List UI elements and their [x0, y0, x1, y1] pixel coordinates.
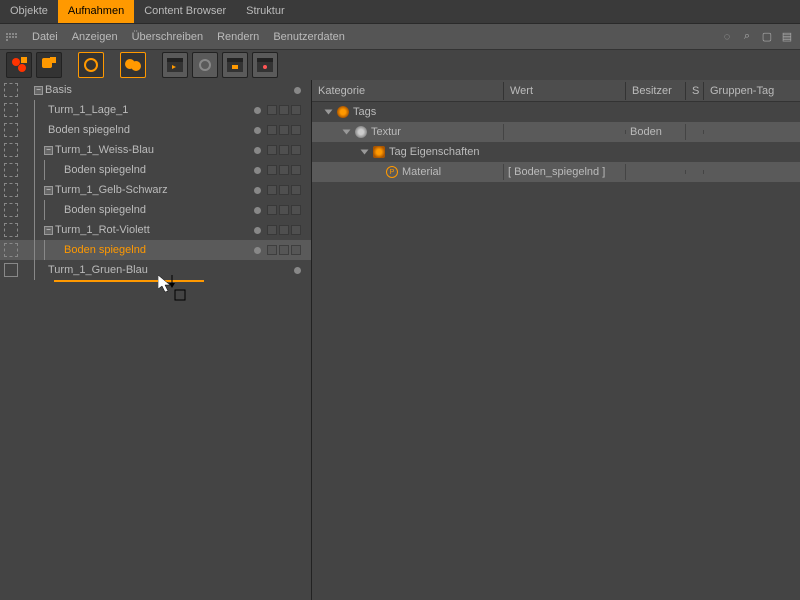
tree-label: Boden spiegelnd [64, 204, 254, 216]
ring-icon[interactable] [78, 52, 104, 78]
prop-row-tags[interactable]: Tags [312, 102, 800, 122]
col-kategorie[interactable]: Kategorie [312, 82, 504, 100]
tree-row[interactable]: Boden spiegelnd [0, 120, 311, 140]
drop-indicator [54, 280, 204, 282]
top-tabs: Objekte Aufnahmen Content Browser Strukt… [0, 0, 800, 24]
tree-row[interactable]: − Turm_1_Gelb-Schwarz [0, 180, 311, 200]
tree-label: Turm_1_Rot-Violett [55, 224, 254, 236]
prop-owner: Boden [626, 124, 686, 140]
prop-row-tag-eigenschaften[interactable]: Tag Eigenschaften [312, 142, 800, 162]
tree-label: Turm_1_Gruen-Blau [48, 264, 294, 276]
visibility-icon[interactable] [4, 123, 18, 137]
take-add-red-icon[interactable] [6, 52, 32, 78]
col-wert[interactable]: Wert [504, 82, 626, 100]
search-icon[interactable]: ⌕ [740, 30, 754, 44]
property-panel: Kategorie Wert Besitzer S Gruppen-Tag Ta… [312, 80, 800, 600]
tree-label: Turm_1_Gelb-Schwarz [55, 184, 254, 196]
dot-icon [254, 227, 261, 234]
blobs-icon[interactable] [120, 52, 146, 78]
visibility-icon[interactable] [4, 83, 18, 97]
menu-ueberschreiben[interactable]: Überschreiben [132, 31, 204, 43]
dot-icon [254, 147, 261, 154]
sphere-icon [355, 126, 367, 138]
clapper-2-icon[interactable] [222, 52, 248, 78]
layout-icon[interactable]: ▤ [780, 30, 794, 44]
tree-label: Boden spiegelnd [48, 124, 254, 136]
visibility-icon[interactable] [4, 263, 18, 277]
tree-row[interactable]: Boden spiegelnd [0, 200, 311, 220]
tree-label: Turm_1_Lage_1 [48, 104, 254, 116]
visibility-icon[interactable] [4, 143, 18, 157]
drag-grip-icon[interactable] [6, 33, 18, 41]
dot-icon [254, 187, 261, 194]
toolbar [0, 50, 800, 80]
tree-label: Basis [45, 84, 294, 96]
visibility-icon[interactable] [4, 203, 18, 217]
dot-icon [254, 127, 261, 134]
visibility-icon[interactable] [4, 183, 18, 197]
prop-label: Tag Eigenschaften [389, 146, 480, 158]
tab-content-browser[interactable]: Content Browser [134, 0, 236, 23]
chevron-down-icon[interactable] [361, 150, 369, 155]
tree-label: Turm_1_Weiss-Blau [55, 144, 254, 156]
prop-label: Textur [371, 126, 401, 138]
menu-anzeigen[interactable]: Anzeigen [72, 31, 118, 43]
col-s[interactable]: S [686, 82, 704, 100]
visibility-icon[interactable] [4, 243, 18, 257]
dot-icon [254, 107, 261, 114]
clapper-3-icon[interactable] [252, 52, 278, 78]
prop-value[interactable]: [ Boden_spiegelnd ] [504, 164, 626, 180]
tab-objekte[interactable]: Objekte [0, 0, 58, 23]
tab-struktur[interactable]: Struktur [236, 0, 295, 23]
collapse-toggle[interactable]: − [34, 86, 43, 95]
tab-aufnahmen[interactable]: Aufnahmen [58, 0, 134, 23]
menu-bar: Datei Anzeigen Überschreiben Rendern Ben… [0, 24, 800, 50]
property-header: Kategorie Wert Besitzer S Gruppen-Tag [312, 80, 800, 102]
panel-icon[interactable]: ▢ [760, 30, 774, 44]
collapse-toggle[interactable]: − [44, 226, 53, 235]
tags-icon [337, 106, 349, 118]
col-gruppen-tag[interactable]: Gruppen-Tag [704, 82, 800, 100]
clapper-1-icon[interactable] [162, 52, 188, 78]
properties-icon [373, 146, 385, 158]
prop-row-material[interactable]: P Material [ Boden_spiegelnd ] [312, 162, 800, 182]
visibility-icon[interactable] [4, 223, 18, 237]
tree-row-selected[interactable]: Boden spiegelnd [0, 240, 311, 260]
tree-row[interactable]: − Turm_1_Weiss-Blau [0, 140, 311, 160]
tree-label: Boden spiegelnd [64, 244, 254, 256]
tree-row-dragging[interactable]: Turm_1_Gruen-Blau [0, 260, 311, 280]
menu-benutzerdaten[interactable]: Benutzerdaten [273, 31, 345, 43]
visibility-icon[interactable] [4, 103, 18, 117]
prop-label: Tags [353, 106, 376, 118]
material-slot-icon: P [386, 166, 398, 178]
take-add-orange-icon[interactable] [36, 52, 62, 78]
col-besitzer[interactable]: Besitzer [626, 82, 686, 100]
tree-row[interactable]: Turm_1_Lage_1 [0, 100, 311, 120]
dot-icon [294, 87, 301, 94]
dot-icon [254, 207, 261, 214]
eye-icon[interactable]: ◌ [720, 30, 734, 44]
menu-datei[interactable]: Datei [32, 31, 58, 43]
tree-label: Boden spiegelnd [64, 164, 254, 176]
prop-row-textur[interactable]: Textur Boden [312, 122, 800, 142]
collapse-toggle[interactable]: − [44, 146, 53, 155]
chevron-down-icon[interactable] [343, 130, 351, 135]
dot-icon [294, 267, 301, 274]
dot-icon [254, 167, 261, 174]
take-tree: − Basis Turm_1_Lage_1 Boden spiegelnd − … [0, 80, 312, 600]
visibility-icon[interactable] [4, 163, 18, 177]
tree-row[interactable]: − Turm_1_Rot-Violett [0, 220, 311, 240]
collapse-toggle[interactable]: − [44, 186, 53, 195]
menu-rendern[interactable]: Rendern [217, 31, 259, 43]
gear-1-icon[interactable] [192, 52, 218, 78]
tree-row-basis[interactable]: − Basis [0, 80, 311, 100]
tree-row[interactable]: Boden spiegelnd [0, 160, 311, 180]
chevron-down-icon[interactable] [325, 110, 333, 115]
dot-icon [254, 247, 261, 254]
prop-label: Material [402, 166, 441, 178]
